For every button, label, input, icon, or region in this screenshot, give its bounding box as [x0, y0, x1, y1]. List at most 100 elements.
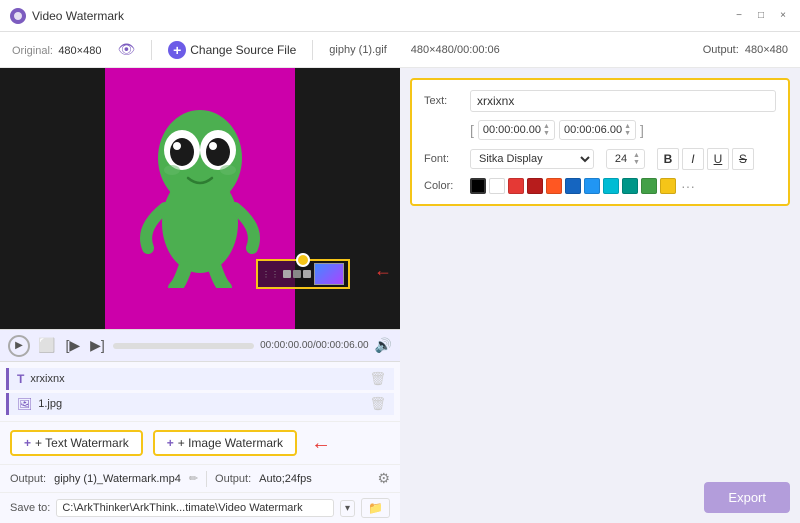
delete-text-wm-button[interactable]: 🗑	[369, 371, 386, 387]
volume-icon[interactable]: 🔊	[375, 337, 392, 354]
text-wm-label: xrxixnx	[30, 373, 363, 385]
font-select-wrapper: Sitka Display Arial Times New Roman Verd…	[470, 149, 594, 169]
output-label-2: Output:	[215, 473, 251, 485]
window-controls: − □ ×	[732, 9, 790, 23]
italic-button[interactable]: I	[682, 148, 704, 170]
more-colors-button[interactable]: ···	[681, 178, 695, 194]
color-swatch-green[interactable]	[641, 178, 657, 194]
file-info-display: 480×480/00:00:06	[411, 44, 500, 56]
resize-handle[interactable]	[296, 253, 310, 267]
settings-button[interactable]: ⚙	[377, 470, 390, 487]
font-select[interactable]: Sitka Display Arial Times New Roman Verd…	[470, 149, 594, 169]
color-swatch-teal[interactable]	[622, 178, 638, 194]
time-end-up[interactable]: ▲	[624, 123, 631, 130]
font-prop-row: Font: Sitka Display Arial Times New Roma…	[424, 148, 776, 170]
main-area: ⋮⋮ ← ▶ ⬜ [▶ ▶] 00:00:00.00/00:00:06.00 🔊	[0, 68, 800, 523]
bold-button[interactable]: B	[657, 148, 679, 170]
font-size-up[interactable]: ▲	[633, 152, 640, 159]
output-bar: Output: giphy (1)_Watermark.mp4 ✏ Output…	[0, 464, 400, 492]
font-size-box[interactable]: 24 ▲ ▼	[606, 149, 645, 169]
text-prop-label: Text:	[424, 95, 462, 107]
color-swatch-red[interactable]	[508, 178, 524, 194]
strikethrough-button[interactable]: S	[732, 148, 754, 170]
color-swatch-orangered[interactable]	[546, 178, 562, 194]
left-panel: ⋮⋮ ← ▶ ⬜ [▶ ▶] 00:00:00.00/00:00:06.00 🔊	[0, 68, 400, 523]
save-label: Save to:	[10, 502, 50, 514]
color-swatch-cyan[interactable]	[603, 178, 619, 194]
maximize-button[interactable]: □	[754, 9, 768, 23]
original-label: Original: 480×480	[12, 43, 101, 57]
close-button[interactable]: ×	[776, 9, 790, 23]
bracket-close: ]	[640, 122, 644, 138]
export-area: Export	[410, 482, 790, 513]
time-range-row: [ 00:00:00.00 ▲ ▼ 00:00:06.00 ▲ ▼	[424, 120, 776, 140]
font-size-down[interactable]: ▼	[633, 159, 640, 166]
color-swatch-black[interactable]	[470, 178, 486, 194]
plus-icon-image: +	[167, 436, 174, 450]
time-start-value: 00:00:00.00	[483, 124, 541, 136]
stop-button[interactable]: ⬜	[36, 337, 57, 354]
image-wm-label: 1.jpg	[38, 398, 363, 410]
time-start-up[interactable]: ▲	[543, 123, 550, 130]
font-size-value: 24	[611, 153, 631, 165]
time-display: 00:00:00.00/00:00:06.00	[260, 340, 368, 351]
preview-toggle-icon[interactable]: 👁	[117, 41, 135, 58]
color-swatch-yellow[interactable]	[660, 178, 676, 194]
plus-icon-text: +	[24, 436, 31, 450]
add-image-watermark-button[interactable]: + + Image Watermark	[153, 430, 297, 456]
image-wm-icon: 🖼	[17, 397, 32, 411]
time-end-down[interactable]: ▼	[624, 130, 631, 137]
original-label-text: Original:	[12, 45, 53, 57]
add-text-watermark-button[interactable]: + + Text Watermark	[10, 430, 143, 456]
app-title: Video Watermark	[32, 9, 732, 23]
toolbar-separator-1	[151, 40, 152, 60]
save-path-display: C:\ArkThinker\ArkThink...timate\Video Wa…	[56, 499, 334, 517]
open-folder-button[interactable]: 📁	[361, 498, 390, 518]
frame-next-button[interactable]: ▶]	[88, 337, 107, 354]
time-end-box[interactable]: 00:00:06.00 ▲ ▼	[559, 120, 636, 140]
underline-button[interactable]: U	[707, 148, 729, 170]
video-controls: ▶ ⬜ [▶ ▶] 00:00:00.00/00:00:06.00 🔊	[0, 329, 400, 361]
save-path-dropdown[interactable]: ▾	[340, 500, 355, 517]
add-text-label: + Text Watermark	[35, 436, 129, 450]
wm-dots: ⋮⋮	[262, 270, 280, 279]
output-label-toolbar: Output:	[703, 44, 739, 56]
color-label: Color:	[424, 180, 462, 192]
red-arrow-buttons: ←	[311, 432, 331, 455]
video-preview[interactable]: ⋮⋮ ←	[0, 68, 400, 329]
timeline-bar[interactable]	[113, 343, 254, 349]
original-dim: 480×480	[58, 45, 101, 57]
time-start-down[interactable]: ▼	[543, 130, 550, 137]
change-source-button[interactable]: + Change Source File	[168, 41, 296, 59]
color-swatch-blue[interactable]	[565, 178, 581, 194]
minimize-button[interactable]: −	[732, 9, 746, 23]
list-item[interactable]: 🖼 1.jpg 🗑	[6, 393, 394, 415]
watermark-overlay[interactable]: ⋮⋮	[256, 259, 350, 289]
time-start-box[interactable]: 00:00:00.00 ▲ ▼	[478, 120, 555, 140]
play-button[interactable]: ▶	[8, 335, 30, 357]
output-separator	[206, 471, 207, 487]
color-swatch-darkred[interactable]	[527, 178, 543, 194]
frame-prev-button[interactable]: [▶	[63, 337, 82, 354]
delete-image-wm-button[interactable]: 🗑	[369, 396, 386, 412]
color-swatch-brightblue[interactable]	[584, 178, 600, 194]
wm-image-thumb	[314, 263, 344, 285]
top-toolbar: Original: 480×480 👁 + Change Source File…	[0, 32, 800, 68]
watermark-list: T xrxixnx 🗑 🖼 1.jpg 🗑	[0, 361, 400, 421]
export-button[interactable]: Export	[704, 482, 790, 513]
add-watermark-bar: + + Text Watermark + + Image Watermark ←	[0, 421, 400, 464]
edit-output-button[interactable]: ✏	[189, 472, 198, 485]
output-format: Auto;24fps	[259, 473, 312, 485]
text-value-input[interactable]	[470, 90, 776, 112]
style-buttons: B I U S	[657, 148, 754, 170]
right-panel: Text: [ 00:00:00.00 ▲ ▼ 00:00:	[400, 68, 800, 523]
time-start-spinner[interactable]: ▲ ▼	[543, 123, 550, 137]
font-size-spinner[interactable]: ▲ ▼	[633, 152, 640, 166]
list-item[interactable]: T xrxixnx 🗑	[6, 368, 394, 390]
color-prop-row: Color: ···	[424, 178, 776, 194]
output-dim-toolbar: 480×480	[745, 44, 788, 56]
app-icon	[10, 8, 26, 24]
time-end-spinner[interactable]: ▲ ▼	[624, 123, 631, 137]
red-arrow-video: ←	[374, 260, 392, 281]
color-swatch-white[interactable]	[489, 178, 505, 194]
